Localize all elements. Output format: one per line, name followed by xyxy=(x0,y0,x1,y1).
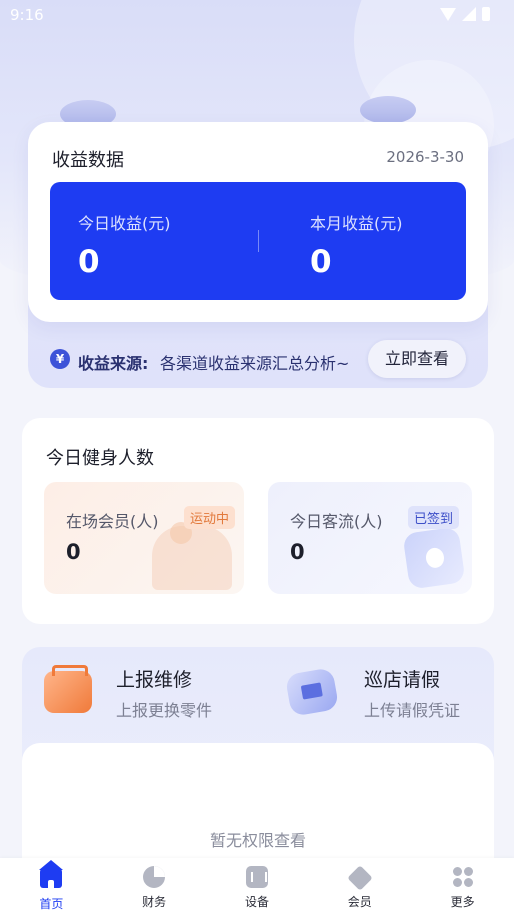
battery-icon xyxy=(482,7,490,21)
store-leave-subtitle: 上传请假凭证 xyxy=(364,701,461,720)
home-icon xyxy=(39,860,64,890)
month-earnings-value: 0 xyxy=(310,244,332,280)
month-earnings-label: 本月收益(元) xyxy=(310,214,403,233)
document-icon xyxy=(284,667,340,717)
grid-icon xyxy=(452,866,474,888)
member-heart-icon xyxy=(349,866,371,888)
tab-more-label: 更多 xyxy=(450,895,475,909)
source-label: 收益来源: xyxy=(78,354,149,373)
tab-members[interactable]: 会员 xyxy=(320,866,400,910)
pie-chart-icon xyxy=(143,866,166,888)
today-earnings[interactable]: 今日收益(元) 0 xyxy=(78,210,171,280)
earnings-card: 收益数据 2026-3-30 今日收益(元) 0 本月收益(元) 0 xyxy=(28,122,488,322)
tab-devices[interactable]: 设备 xyxy=(217,866,297,910)
no-permission-text: 暂无权限查看 xyxy=(209,831,306,850)
status-icons xyxy=(440,7,490,21)
today-earnings-label: 今日收益(元) xyxy=(78,214,171,233)
status-bar: 9:16 xyxy=(0,0,514,30)
earnings-summary: 今日收益(元) 0 本月收益(元) 0 xyxy=(50,182,466,300)
members-on-site-label: 在场会员(人) xyxy=(66,512,159,531)
tab-more[interactable]: 更多 xyxy=(423,866,503,910)
exercising-badge: 运动中 xyxy=(184,506,236,529)
members-on-site-box[interactable]: 在场会员(人) 0 运动中 xyxy=(44,482,244,594)
earnings-source-row: ¥ 收益来源: 各渠道收益来源汇总分析~ 立即查看 xyxy=(48,340,468,380)
source-text: 各渠道收益来源汇总分析~ xyxy=(160,354,350,373)
view-now-button[interactable]: 立即查看 xyxy=(368,340,466,378)
signal-icon xyxy=(462,7,476,21)
fitness-card: 今日健身人数 在场会员(人) 0 运动中 今日客流(人) 0 已签到 xyxy=(22,418,494,624)
checked-in-badge: 已签到 xyxy=(408,506,460,529)
earnings-title: 收益数据 xyxy=(52,150,124,171)
wifi-icon xyxy=(440,7,456,21)
device-icon xyxy=(245,866,268,888)
visitors-today-label: 今日客流(人) xyxy=(290,512,383,531)
month-earnings[interactable]: 本月收益(元) 0 xyxy=(310,210,403,280)
today-earnings-value: 0 xyxy=(78,244,100,280)
visitors-today-value: 0 xyxy=(290,540,305,564)
visitors-today-box[interactable]: 今日客流(人) 0 已签到 xyxy=(268,482,472,594)
earnings-date: 2026-3-30 xyxy=(386,148,464,166)
tab-finance[interactable]: 财务 xyxy=(114,866,194,910)
tab-members-label: 会员 xyxy=(347,895,372,909)
coin-decoration xyxy=(360,96,416,124)
report-repair-subtitle: 上报更换零件 xyxy=(116,701,213,720)
store-leave-title: 巡店请假 xyxy=(364,669,441,691)
toolbox-icon xyxy=(44,665,92,713)
members-on-site-value: 0 xyxy=(66,540,81,564)
tab-finance-label: 财务 xyxy=(142,895,167,909)
yen-icon: ¥ xyxy=(50,349,70,369)
check-in-illustration xyxy=(402,526,466,590)
tab-home-label: 首页 xyxy=(39,897,64,911)
status-time: 9:16 xyxy=(10,6,44,24)
tab-home[interactable]: 首页 xyxy=(11,860,91,912)
fitness-title: 今日健身人数 xyxy=(46,448,154,469)
bottom-tab-bar: 首页 财务 设备 会员 更多 xyxy=(0,858,514,915)
tab-devices-label: 设备 xyxy=(244,895,269,909)
treadmill-illustration xyxy=(152,526,232,590)
earnings-divider xyxy=(258,230,259,252)
report-repair-title: 上报维修 xyxy=(116,669,193,691)
